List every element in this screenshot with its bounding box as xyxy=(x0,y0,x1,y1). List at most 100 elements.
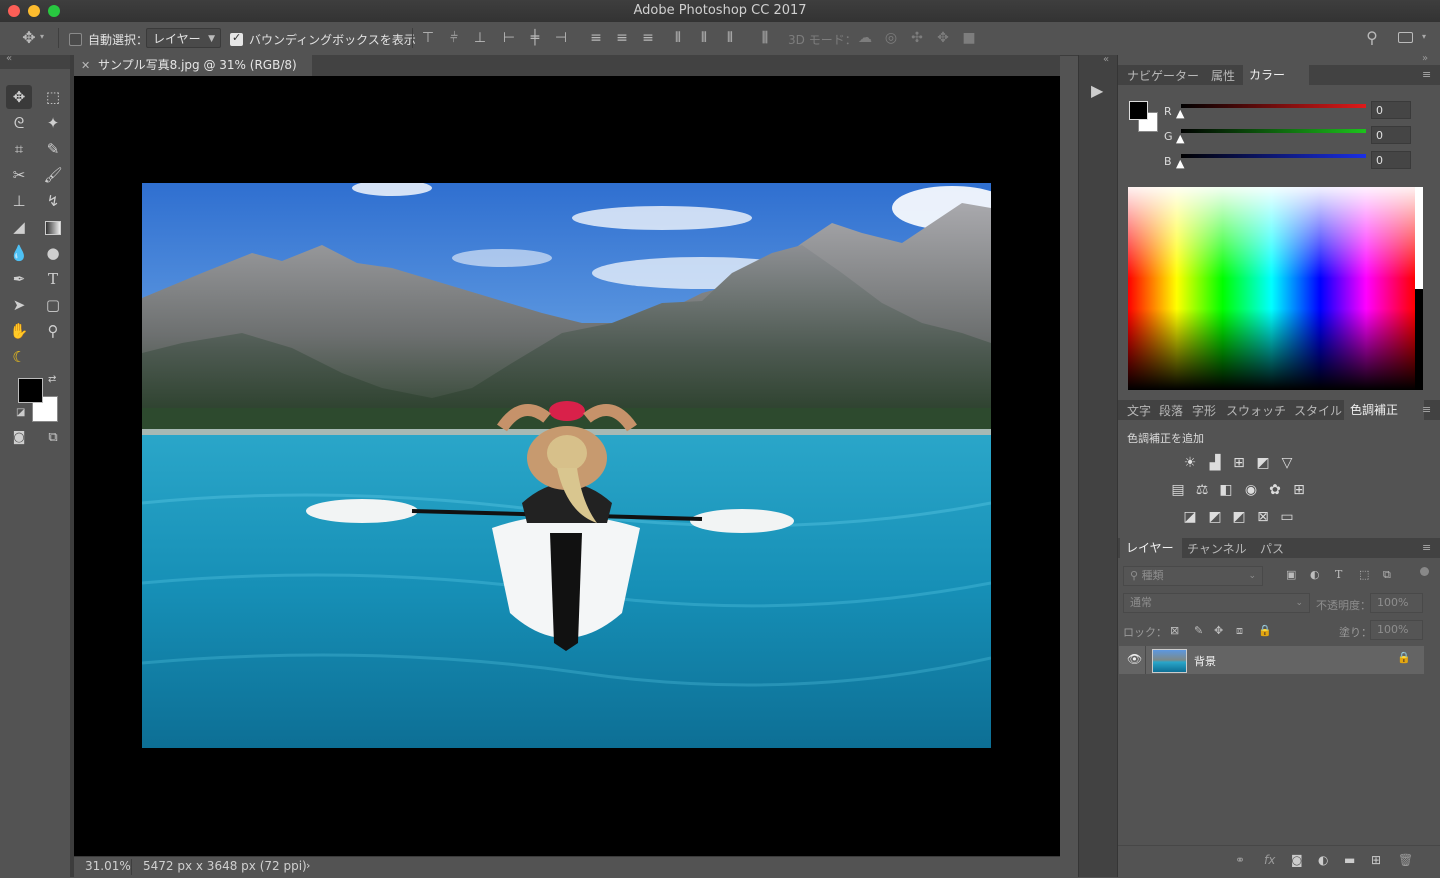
distribute-left-icon[interactable]: ⦀ xyxy=(669,30,687,46)
tab-styles[interactable]: スタイル xyxy=(1294,402,1342,419)
visibility-eye-icon[interactable]: 👁 xyxy=(1127,652,1142,666)
align-horizontal-center-icon[interactable]: ╪ xyxy=(526,30,544,46)
pen-tool-icon[interactable]: ✒ xyxy=(6,267,32,291)
curves-icon[interactable]: ⊞ xyxy=(1227,455,1251,471)
close-tab-icon[interactable]: ✕ xyxy=(81,55,90,76)
new-group-icon[interactable]: ▬ xyxy=(1344,853,1355,867)
eyedropper-tool-icon[interactable]: ✎ xyxy=(40,137,66,161)
black-white-icon[interactable]: ◧ xyxy=(1214,482,1238,498)
bounding-box-checkbox[interactable] xyxy=(230,31,243,46)
tab-glyphs[interactable]: 字形 xyxy=(1192,402,1216,419)
play-icon[interactable]: ▶ xyxy=(1091,81,1103,100)
tab-swatches[interactable]: スウォッチ xyxy=(1226,402,1286,419)
slider-handle-icon[interactable]: ▲ xyxy=(1176,107,1184,120)
selective-color-icon[interactable]: ⊠ xyxy=(1251,509,1275,525)
lock-transparent-icon[interactable]: ⊠ xyxy=(1170,624,1179,637)
chevron-down-icon[interactable]: ▾ xyxy=(40,32,44,41)
tab-paths[interactable]: パス xyxy=(1260,540,1284,557)
auto-align-layers-icon[interactable]: ⫼ xyxy=(756,30,774,46)
chevron-right-icon[interactable]: › xyxy=(306,859,310,872)
new-layer-icon[interactable]: ⊞ xyxy=(1371,853,1381,867)
slider-handle-icon[interactable]: ▲ xyxy=(1176,132,1184,145)
filter-toggle[interactable] xyxy=(1420,567,1429,576)
path-selection-tool-icon[interactable]: ➤ xyxy=(6,293,32,317)
marquee-tool-icon[interactable]: ⬚ xyxy=(40,85,66,109)
hue-saturation-icon[interactable]: ▤ xyxy=(1166,482,1190,498)
lock-position-icon[interactable]: ✥ xyxy=(1214,624,1223,637)
lasso-tool-icon[interactable]: ᘓ xyxy=(6,111,32,135)
tab-character[interactable]: 文字 xyxy=(1127,402,1151,419)
rectangle-tool-icon[interactable]: ▢ xyxy=(40,293,66,317)
panel-menu-icon[interactable]: ≡ xyxy=(1422,403,1431,416)
filter-shape-icon[interactable]: ⬚ xyxy=(1359,568,1369,581)
distribute-top-icon[interactable]: ≡ xyxy=(587,30,605,46)
document-tab[interactable]: ✕ サンプル写真8.jpg @ 31% (RGB/8) xyxy=(74,55,312,76)
filter-type-icon[interactable]: T xyxy=(1335,568,1342,581)
align-top-icon[interactable]: ⊤ xyxy=(419,30,437,46)
lock-artboard-icon[interactable]: ⧈ xyxy=(1236,624,1243,638)
color-lookup-icon[interactable]: ⊞ xyxy=(1287,482,1311,498)
type-tool-icon[interactable]: T xyxy=(40,267,66,291)
levels-icon[interactable]: ▟ xyxy=(1203,455,1227,471)
clone-stamp-tool-icon[interactable]: ⊥ xyxy=(6,189,32,213)
new-adjustment-layer-icon[interactable]: ◐ xyxy=(1318,853,1328,867)
gradient-tool-icon[interactable] xyxy=(40,215,66,239)
color-balance-icon[interactable]: ⚖ xyxy=(1190,482,1214,498)
zoom-level[interactable]: 31.01% xyxy=(85,859,131,873)
distribute-right-icon[interactable]: ⦀ xyxy=(721,30,739,46)
lock-all-icon[interactable]: 🔒 xyxy=(1258,624,1272,637)
foreground-color-swatch[interactable] xyxy=(18,378,43,403)
panel-menu-icon[interactable]: ≡ xyxy=(1422,541,1431,554)
quick-mask-icon[interactable]: ◙ xyxy=(6,426,32,450)
auto-select-checkbox[interactable] xyxy=(69,33,82,46)
channel-b-slider[interactable] xyxy=(1181,154,1366,158)
collapse-icon[interactable]: » xyxy=(1422,53,1428,64)
brightness-contrast-icon[interactable]: ☀ xyxy=(1178,455,1202,471)
collapse-icon[interactable]: « xyxy=(6,53,12,64)
filter-adjustment-icon[interactable]: ◐ xyxy=(1310,568,1320,581)
layer-style-icon[interactable]: fx xyxy=(1264,853,1275,867)
history-brush-tool-icon[interactable]: ↯ xyxy=(40,189,66,213)
blur-tool-icon[interactable]: 💧 xyxy=(6,241,32,265)
layer-filter-dropdown[interactable]: ⚲ 種類 ⌄ xyxy=(1123,566,1263,586)
banana-icon[interactable]: ☾ xyxy=(6,345,32,369)
collapse-icon[interactable]: « xyxy=(1103,54,1109,65)
chevron-down-icon[interactable]: ▾ xyxy=(1422,32,1426,41)
panel-menu-icon[interactable]: ≡ xyxy=(1422,68,1431,81)
distribute-bottom-icon[interactable]: ≡ xyxy=(639,30,657,46)
eraser-tool-icon[interactable]: ◢ xyxy=(6,215,32,239)
photo-filter-icon[interactable]: ◉ xyxy=(1239,482,1263,498)
tab-paragraph[interactable]: 段落 xyxy=(1159,402,1183,419)
default-colors-icon[interactable]: ◪ xyxy=(16,407,25,418)
channel-g-value[interactable]: 0 xyxy=(1371,126,1411,144)
auto-select-dropdown[interactable]: レイヤー ▼ xyxy=(146,28,221,48)
channel-b-value[interactable]: 0 xyxy=(1371,151,1411,169)
tab-navigator[interactable]: ナビゲーター xyxy=(1127,67,1199,84)
spectrum-black-strip[interactable] xyxy=(1415,289,1423,390)
tab-channels[interactable]: チャンネル xyxy=(1187,540,1247,557)
tab-color[interactable]: カラー xyxy=(1243,65,1309,85)
layer-row[interactable]: 👁 背景 🔒 xyxy=(1119,646,1424,674)
brush-tool-icon[interactable]: 🖌 xyxy=(40,163,66,187)
layer-name[interactable]: 背景 xyxy=(1194,653,1216,669)
channel-r-slider[interactable] xyxy=(1181,104,1366,108)
invert-icon[interactable]: ◪ xyxy=(1178,509,1202,525)
drag-3d-icon[interactable]: ✣ xyxy=(908,30,926,46)
vibrance-icon[interactable]: ▽ xyxy=(1275,455,1299,471)
panel-foreground-swatch[interactable] xyxy=(1129,101,1148,120)
filter-smart-object-icon[interactable]: ⧉ xyxy=(1383,568,1391,582)
link-layers-icon[interactable]: ⚭ xyxy=(1235,853,1245,867)
scale-3d-icon[interactable]: ■ xyxy=(960,30,978,46)
align-left-icon[interactable]: ⊢ xyxy=(500,30,518,46)
roll-3d-icon[interactable]: ◎ xyxy=(882,30,900,46)
spectrum-white-strip[interactable] xyxy=(1415,187,1423,289)
color-spectrum[interactable] xyxy=(1128,187,1415,390)
slider-handle-icon[interactable]: ▲ xyxy=(1176,157,1184,170)
slide-3d-icon[interactable]: ✥ xyxy=(934,30,952,46)
tab-layers[interactable]: レイヤー xyxy=(1120,538,1182,558)
healing-brush-tool-icon[interactable]: ✂ xyxy=(6,163,32,187)
channel-g-slider[interactable] xyxy=(1181,129,1366,133)
tab-adjustments[interactable]: 色調補正 xyxy=(1344,400,1424,420)
gradient-map-icon[interactable]: ▭ xyxy=(1275,509,1299,525)
opacity-field[interactable]: 100% xyxy=(1370,593,1423,613)
